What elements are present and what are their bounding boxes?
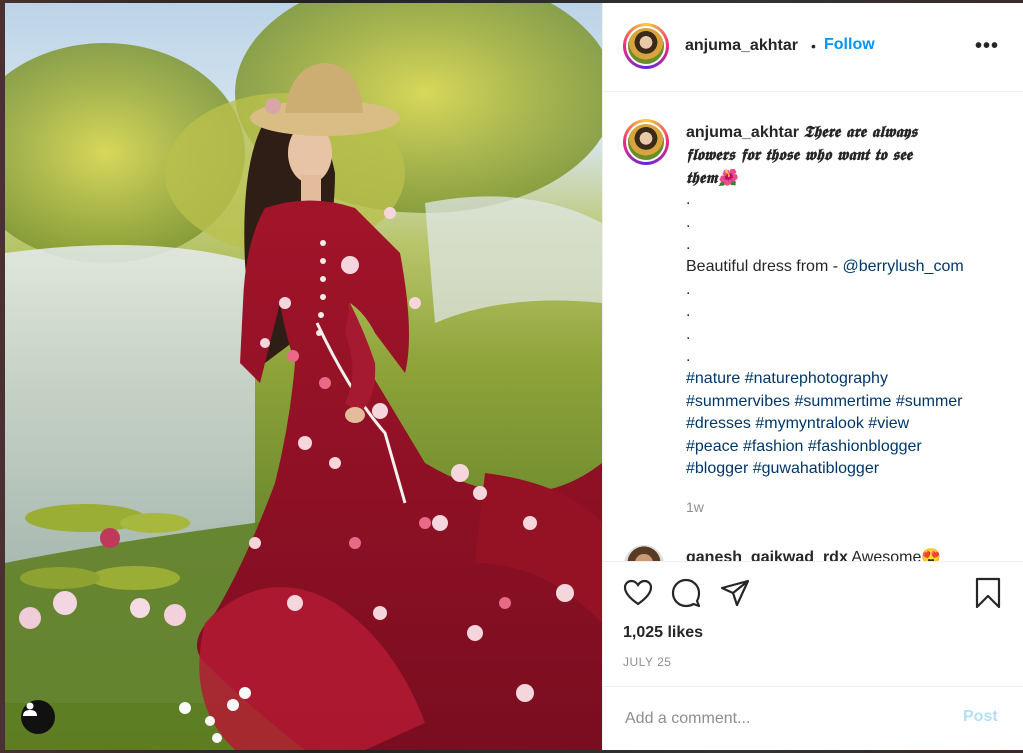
- comments-area[interactable]: anjuma_akhtar 𝕿𝖍𝖊𝖗𝖊 𝖆𝖗𝖊 𝖆𝖑𝖜𝖆𝖞𝖘 𝖋𝖑𝖔𝖜𝖊𝖗𝖘 𝖋…: [603, 91, 1023, 561]
- caption-dot: .: [686, 348, 691, 366]
- caption-text: anjuma_akhtar 𝕿𝖍𝖊𝖗𝖊 𝖆𝖗𝖊 𝖆𝖑𝖜𝖆𝖞𝖘 𝖋𝖑𝖔𝖜𝖊𝖗𝖘 𝖋…: [686, 121, 1006, 481]
- bookmark-icon[interactable]: [973, 577, 1003, 614]
- user-tag-icon[interactable]: [21, 700, 55, 734]
- hashtags-line[interactable]: #summervibes #summertime #summer: [686, 391, 1006, 413]
- hashtags-line[interactable]: #blogger #guwahatiblogger: [686, 458, 1006, 480]
- paper-plane-icon[interactable]: [719, 577, 751, 614]
- comment-item: ganesh_gaikwad_rdx Awesome😍: [686, 547, 941, 561]
- photo-illustration: [5, 3, 602, 750]
- comment-text: Awesome😍: [851, 549, 942, 561]
- hashtags-line[interactable]: #nature #naturephotography: [686, 368, 1006, 390]
- post-side-panel: anjuma_akhtar • Follow ••• anjuma_akhtar…: [602, 3, 1023, 750]
- caption-title-line3: 𝖙𝖍𝖊𝖒🌺: [686, 167, 738, 187]
- caption-title-line2: 𝖋𝖑𝖔𝖜𝖊𝖗𝖘 𝖋𝖔𝖗 𝖙𝖍𝖔𝖘𝖊 𝖜𝖍𝖔 𝖜𝖆𝖓𝖙 𝖙𝖔 𝖘𝖊𝖊: [686, 145, 912, 165]
- mention-link[interactable]: @berrylush_com: [843, 258, 964, 275]
- post-comment-button[interactable]: Post: [963, 708, 998, 726]
- more-options-icon[interactable]: •••: [975, 35, 999, 58]
- comment-input[interactable]: [623, 705, 947, 733]
- hashtags-line[interactable]: #dresses #mymyntralook #view: [686, 413, 1006, 435]
- hashtags-line[interactable]: #peace #fashion #fashionblogger: [686, 436, 1006, 458]
- caption-dot: .: [686, 236, 691, 254]
- caption-title-line1: 𝕿𝖍𝖊𝖗𝖊 𝖆𝖗𝖊 𝖆𝖑𝖜𝖆𝖞𝖘: [803, 122, 918, 141]
- post-date[interactable]: JULY 25: [623, 655, 671, 669]
- add-comment-bar: Post: [603, 686, 1023, 750]
- comment-icon[interactable]: [670, 577, 702, 614]
- caption-username[interactable]: anjuma_akhtar: [686, 124, 799, 141]
- caption-dot: .: [686, 303, 691, 321]
- post-header: anjuma_akhtar • Follow •••: [603, 3, 1023, 92]
- caption-dot: .: [686, 280, 691, 298]
- author-username[interactable]: anjuma_akhtar: [685, 37, 798, 55]
- author-avatar[interactable]: [623, 23, 669, 69]
- caption-dot: .: [686, 213, 691, 231]
- caption-avatar[interactable]: [623, 119, 669, 165]
- caption-dot: .: [686, 191, 691, 209]
- separator-dot: •: [811, 38, 816, 54]
- commenter-username[interactable]: ganesh_gaikwad_rdx: [686, 549, 848, 561]
- post-actions: 1,025 likes JULY 25: [603, 561, 1023, 687]
- likes-count[interactable]: 1,025 likes: [623, 624, 703, 642]
- post-modal: anjuma_akhtar • Follow ••• anjuma_akhtar…: [5, 3, 1023, 750]
- commenter-avatar[interactable]: [624, 545, 664, 561]
- post-photo[interactable]: [5, 3, 602, 750]
- caption-dress-text: Beautiful dress from -: [686, 258, 843, 276]
- heart-icon[interactable]: [622, 577, 654, 614]
- caption-time[interactable]: 1w: [686, 499, 704, 515]
- follow-button[interactable]: Follow: [824, 36, 875, 54]
- caption-dot: .: [686, 325, 691, 343]
